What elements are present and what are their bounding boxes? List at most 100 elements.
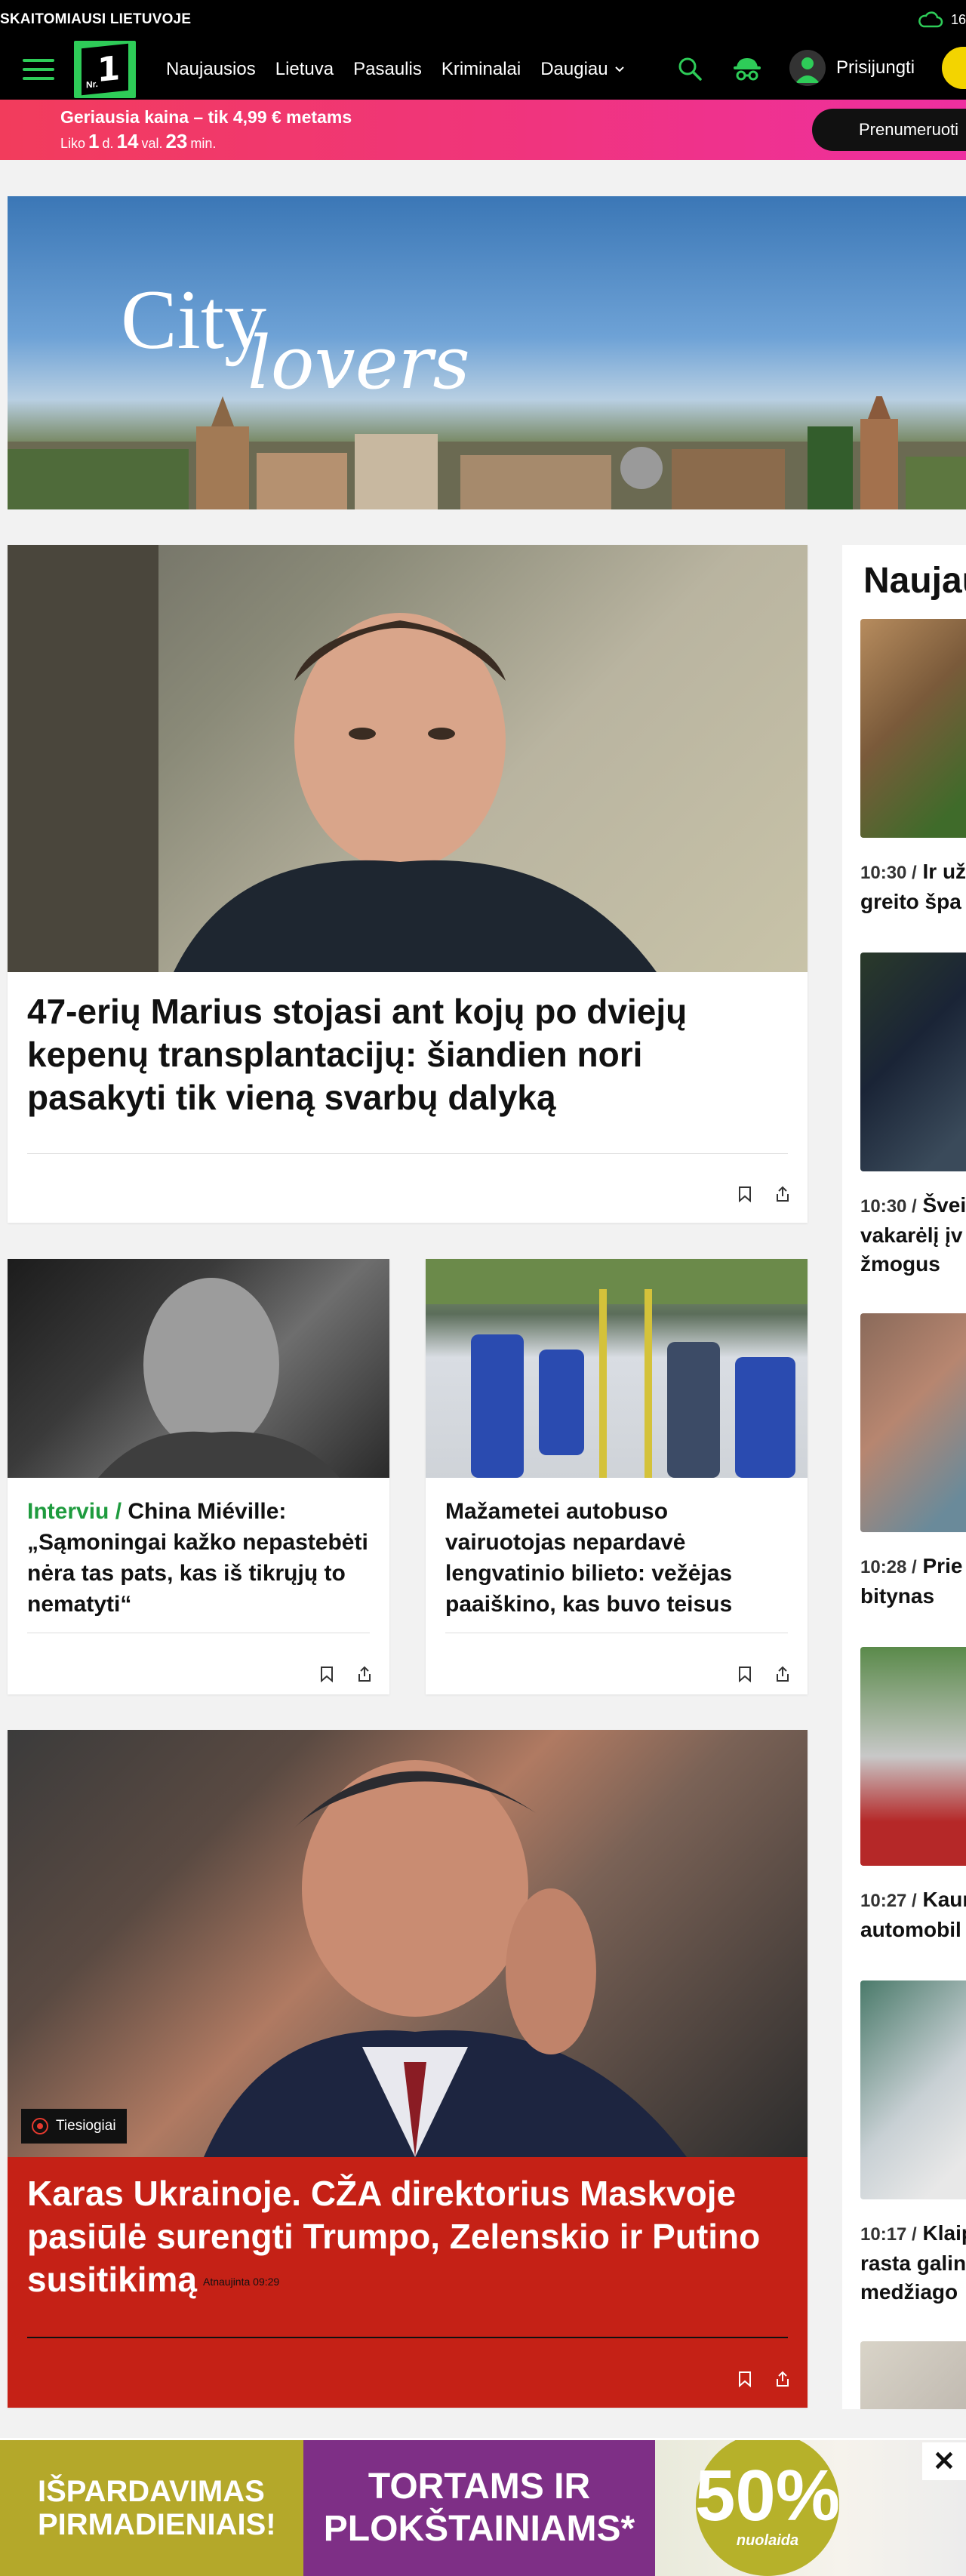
promo-price: Geriausia kaina – tik 4,99 € metams xyxy=(60,107,352,127)
sidebar-news-item[interactable]: 10:27 / Kaun automobil xyxy=(860,1647,966,1944)
article-image-bus[interactable] xyxy=(426,1259,808,1478)
card-actions xyxy=(737,1185,791,1203)
weather-widget[interactable]: 16 xyxy=(916,8,966,31)
share-icon xyxy=(358,1666,371,1682)
live-article-updated: Atnaujinta 09:29 xyxy=(203,2276,280,2288)
skyline-illustration xyxy=(8,396,966,509)
logo-number: 1 xyxy=(97,48,121,90)
article-title-bus[interactable]: Mažametei autobuso vairuotojas nepardavė… xyxy=(445,1496,792,1620)
share-button[interactable] xyxy=(774,1185,791,1203)
sidebar-thumb[interactable] xyxy=(860,1980,966,2199)
login-button[interactable]: Prisijungti xyxy=(789,50,915,86)
bookmark-button[interactable] xyxy=(737,1665,753,1683)
sidebar-thumb[interactable] xyxy=(860,619,966,838)
incognito-icon xyxy=(734,58,761,81)
search-button[interactable] xyxy=(674,53,706,85)
featured-article-card[interactable]: 47-erių Marius stojasi ant kojų po dviej… xyxy=(8,545,808,1223)
article-image-interview[interactable] xyxy=(8,1259,389,1478)
share-button[interactable] xyxy=(356,1665,373,1683)
live-article-card[interactable]: Tiesiogiai Karas Ukrainoje. CŽA direktor… xyxy=(8,1730,808,2408)
ad-panel-cakes[interactable]: TORTAMS IR PLOKŠTAINIAMS* xyxy=(303,2440,655,2576)
share-icon xyxy=(777,1666,789,1682)
sidebar-thumb[interactable] xyxy=(860,2341,966,2409)
ad-panel-discount[interactable]: 50% nuolaida xyxy=(655,2440,966,2576)
bookmark-button[interactable] xyxy=(318,1665,335,1683)
live-badge: Tiesiogiai xyxy=(21,2109,127,2144)
featured-article-image[interactable] xyxy=(8,545,808,972)
ad-line: TORTAMS IR xyxy=(368,2467,591,2507)
sidebar-news-item[interactable] xyxy=(860,2341,966,2409)
site-logo[interactable]: Nr. 1 xyxy=(74,41,136,98)
nav-icons xyxy=(674,53,763,85)
sidebar-line: automobil xyxy=(860,1918,961,1941)
sidebar-time: 10:30 / xyxy=(860,863,917,883)
close-icon: ✕ xyxy=(932,2445,956,2476)
live-dot-icon xyxy=(32,2118,48,2134)
top-strip: SKAITOMIAUSI LIETUVOJE 16 xyxy=(0,0,966,39)
mask-button[interactable] xyxy=(731,53,763,85)
sidebar-item-text[interactable]: 10:17 / Klaip rasta galin medžiago xyxy=(860,2219,966,2307)
chevron-down-icon xyxy=(614,66,624,72)
nav-item-lietuva[interactable]: Lietuva xyxy=(275,59,334,80)
article-title-interview[interactable]: Interviu / China Miéville: „Sąmoningai k… xyxy=(27,1496,374,1620)
sidebar-line: žmogus xyxy=(860,1252,940,1276)
ad-close-button[interactable]: ✕ xyxy=(922,2442,966,2480)
sidebar-news-item[interactable]: 10:30 / Švei vakarėlį įv žmogus xyxy=(860,953,966,1279)
nav-item-more[interactable]: Daugiau xyxy=(540,59,624,80)
share-icon xyxy=(777,1186,789,1202)
sidebar-item-text[interactable]: 10:30 / Švei vakarėlį įv žmogus xyxy=(860,1191,966,1279)
live-badge-label: Tiesiogiai xyxy=(56,2118,116,2134)
sidebar-news-item[interactable]: 10:30 / Ir už greito špa xyxy=(860,619,966,916)
cloud-icon xyxy=(918,11,943,28)
bookmark-icon xyxy=(739,2371,751,2387)
sidebar-line: medžiago xyxy=(860,2280,958,2304)
sidebar-item-text[interactable]: 10:30 / Ir už greito špa xyxy=(860,857,966,916)
menu-burger-button[interactable] xyxy=(23,54,54,85)
live-article-title[interactable]: Karas Ukrainoje. CŽA direktorius Maskvoj… xyxy=(27,2172,782,2304)
cia-director-photo xyxy=(204,1760,687,2157)
featured-article-title[interactable]: 47-erių Marius stojasi ant kojų po dviej… xyxy=(27,990,782,1119)
sidebar-thumb[interactable] xyxy=(860,953,966,1171)
nav-item-naujausios[interactable]: Naujausios xyxy=(166,59,256,80)
sidebar-thumb[interactable] xyxy=(860,1647,966,1866)
sidebar-line: bitynas xyxy=(860,1584,935,1608)
sidebar-line: vakarėlį įv xyxy=(860,1223,963,1247)
ad-panel-sale[interactable]: IŠPARDAVIMAS PIRMADIENIAIS! xyxy=(0,2440,303,2576)
sidebar-line: Kaun xyxy=(922,1888,966,1911)
sidebar-line: greito špa xyxy=(860,890,961,913)
nav-menu: Naujausios Lietuva Pasaulis Kriminalai D… xyxy=(166,39,625,100)
sidebar-news-item[interactable]: 10:28 / Prie bitynas xyxy=(860,1313,966,1611)
nav-item-pasaulis[interactable]: Pasaulis xyxy=(353,59,422,80)
card-divider xyxy=(27,1153,788,1154)
sidebar-thumb[interactable] xyxy=(860,1313,966,1532)
countdown-hours: 14 xyxy=(116,130,139,152)
promo-countdown: Liko 1 d. 14 val. 23 min. xyxy=(60,130,216,153)
nav-item-daugiau: Daugiau xyxy=(540,59,608,79)
discount-label: nuolaida xyxy=(736,2531,799,2549)
site-tagline: SKAITOMIAUSI LIETUVOJE xyxy=(0,11,192,27)
bookmark-icon xyxy=(739,1186,751,1202)
article-card-bus[interactable]: Mažametei autobuso vairuotojas nepardavė… xyxy=(426,1259,808,1694)
bottom-ad-banner[interactable]: IŠPARDAVIMAS PIRMADIENIAIS! TORTAMS IR P… xyxy=(0,2438,966,2576)
nav-item-kriminalai[interactable]: Kriminalai xyxy=(441,59,521,80)
share-button[interactable] xyxy=(774,2370,791,2388)
bookmark-button[interactable] xyxy=(737,1185,753,1203)
city-lovers-banner[interactable]: City lovers xyxy=(8,196,966,509)
banner-word-city: City xyxy=(121,273,266,367)
bookmark-button[interactable] xyxy=(737,2370,753,2388)
sidebar-item-text[interactable]: 10:28 / Prie bitynas xyxy=(860,1552,966,1611)
sidebar-time: 10:27 / xyxy=(860,1891,917,1911)
card-actions xyxy=(737,2370,791,2388)
share-button[interactable] xyxy=(774,1665,791,1683)
avatar xyxy=(789,50,826,86)
ad-line: PIRMADIENIAIS! xyxy=(38,2508,276,2541)
article-kicker: Interviu / xyxy=(27,1499,122,1524)
live-article-image[interactable] xyxy=(8,1730,808,2157)
subscribe-button[interactable]: Prenumeruoti xyxy=(812,109,966,151)
sidebar-item-text[interactable]: 10:27 / Kaun automobil xyxy=(860,1885,966,1944)
user-icon xyxy=(795,57,820,83)
card-divider xyxy=(27,2337,788,2338)
article-card-interview[interactable]: Interviu / China Miéville: „Sąmoningai k… xyxy=(8,1259,389,1694)
sidebar-news-item[interactable]: 10:17 / Klaip rasta galin medžiago xyxy=(860,1980,966,2307)
bus-interior-photo xyxy=(426,1259,808,1478)
